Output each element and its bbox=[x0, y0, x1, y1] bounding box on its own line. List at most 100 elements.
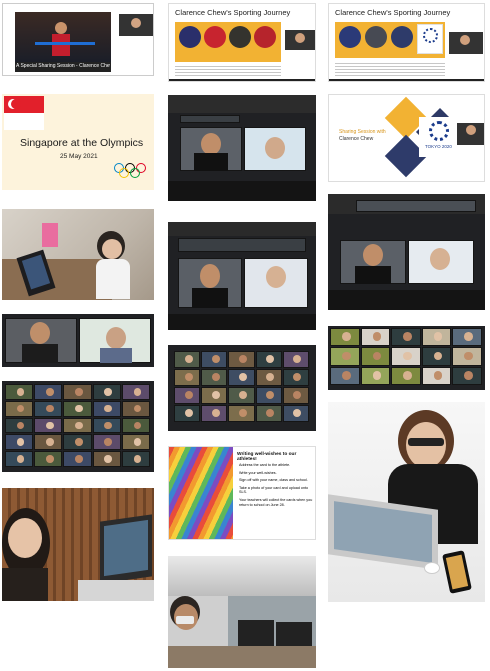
participant-face bbox=[238, 355, 248, 364]
participant-video-tile bbox=[63, 451, 92, 467]
participant-face bbox=[133, 404, 142, 413]
well-wishes-title: Writing well-wishes to our athletes! bbox=[237, 452, 297, 462]
video-caption: A Special Sharing Session - Clarence Che… bbox=[16, 63, 110, 69]
participant-video-tile bbox=[391, 347, 421, 366]
participant-face bbox=[211, 373, 220, 382]
teacher-laptop-photo bbox=[2, 488, 154, 601]
participant-face bbox=[46, 455, 54, 463]
well-wishes-list: Address the card to the athlete. Write y… bbox=[239, 463, 315, 507]
participant-video-tile bbox=[228, 387, 255, 404]
participant-face bbox=[16, 404, 25, 413]
participant-face bbox=[464, 332, 474, 342]
well-wishes-slide: Writing well-wishes to our athletes! Add… bbox=[168, 446, 316, 540]
participant-face bbox=[46, 404, 54, 413]
participant-video-tile bbox=[330, 366, 360, 385]
participant-video-tile bbox=[228, 405, 255, 422]
participant-video-tile bbox=[174, 369, 201, 386]
slide-line-1: Sharing Session with bbox=[339, 129, 386, 135]
participant-video-tile bbox=[201, 369, 228, 386]
participant-face bbox=[211, 355, 220, 364]
list-item: Your teachers will collect the cards whe… bbox=[239, 497, 313, 507]
slide-title: Clarence Chew's Sporting Journey bbox=[335, 8, 451, 17]
participant-face bbox=[266, 409, 275, 418]
participant-face bbox=[266, 355, 275, 364]
participant-video-tile bbox=[34, 384, 63, 400]
participant-video-tile bbox=[421, 328, 452, 347]
list-item: Sign off with your name, class and schoo… bbox=[239, 478, 308, 483]
participant-video-tile bbox=[34, 451, 63, 467]
participant-video-tile bbox=[360, 328, 391, 347]
tokyo-2020-logo-icon: TOKYO 2020 bbox=[419, 117, 459, 157]
participant-video-tile bbox=[5, 434, 34, 451]
participant-face bbox=[372, 371, 382, 380]
participant-video-tile bbox=[174, 405, 201, 422]
participant-video-tile bbox=[121, 400, 150, 417]
participant-face bbox=[341, 351, 351, 361]
participant-face bbox=[184, 391, 193, 400]
participant-video-tile bbox=[34, 400, 63, 417]
participant-face bbox=[211, 409, 220, 418]
participant-face bbox=[293, 373, 302, 382]
slide-title: Singapore at the Olympics bbox=[20, 137, 144, 149]
participant-video-tile bbox=[121, 451, 150, 467]
list-item: Take a photo of your card and upload ont… bbox=[239, 485, 309, 495]
participant-video-tile bbox=[5, 451, 34, 467]
participant-face bbox=[46, 388, 54, 396]
participant-face bbox=[133, 455, 142, 463]
participant-video-tile bbox=[121, 434, 150, 451]
olympics-title-slide: Singapore at the Olympics 25 May 2021 bbox=[2, 94, 154, 190]
olympic-rings-icon bbox=[114, 163, 154, 183]
sporting-journey-slide-a: Clarence Chew's Sporting Journey bbox=[168, 3, 316, 82]
participant-video-tile bbox=[391, 366, 421, 385]
participant-video-tile bbox=[360, 366, 391, 385]
participant-video-tile bbox=[63, 434, 92, 451]
participant-face bbox=[104, 438, 112, 446]
participant-video-tile bbox=[360, 347, 391, 366]
participant-video-tile bbox=[452, 347, 482, 366]
special-sharing-tile: A Special Sharing Session - Clarence Che… bbox=[2, 3, 154, 76]
participant-face bbox=[238, 409, 248, 418]
participant-face bbox=[293, 355, 302, 364]
slide-line-2: Clarence Chew bbox=[339, 136, 374, 142]
participant-face bbox=[184, 409, 193, 418]
participant-video-tile bbox=[121, 417, 150, 434]
participant-video-tile bbox=[92, 434, 121, 451]
participant-video-tile bbox=[92, 451, 121, 467]
participant-video-tile bbox=[201, 351, 228, 368]
tokyo-2020-logo-icon bbox=[417, 24, 443, 54]
participant-face bbox=[464, 351, 474, 361]
participant-video-tile bbox=[201, 387, 228, 404]
participant-video-tile bbox=[92, 384, 121, 400]
participant-face bbox=[104, 421, 112, 430]
sporting-journey-slide-b: Clarence Chew's Sporting Journey bbox=[328, 3, 485, 82]
participant-video-tile bbox=[63, 417, 92, 434]
participant-face bbox=[184, 373, 193, 382]
participant-video-tile bbox=[34, 434, 63, 451]
participant-face bbox=[46, 438, 54, 446]
participant-video-tile bbox=[174, 351, 201, 368]
participant-video-tile bbox=[174, 387, 201, 404]
video-call-session-tile-3 bbox=[328, 194, 485, 310]
participant-face bbox=[184, 355, 193, 364]
participant-face bbox=[16, 438, 25, 446]
participant-video-tile bbox=[330, 347, 360, 366]
participant-video-tile bbox=[391, 328, 421, 347]
participant-video-tile bbox=[282, 405, 309, 422]
participant-face bbox=[46, 421, 54, 430]
participant-video-tile bbox=[255, 369, 282, 386]
participant-face bbox=[238, 391, 248, 400]
participant-face bbox=[104, 388, 112, 396]
participant-face bbox=[16, 455, 25, 463]
participant-face bbox=[75, 421, 83, 430]
participant-video-tile bbox=[255, 405, 282, 422]
video-call-session-tile-2 bbox=[168, 222, 316, 330]
participant-face bbox=[133, 438, 142, 446]
child-tablet-photo bbox=[2, 209, 154, 300]
participant-video-tile bbox=[5, 384, 34, 400]
participant-video-tile bbox=[282, 369, 309, 386]
participant-video-tile bbox=[34, 417, 63, 434]
participant-face bbox=[75, 438, 83, 446]
participant-face bbox=[75, 388, 83, 396]
participant-video-tile bbox=[63, 384, 92, 400]
participant-face bbox=[104, 455, 112, 463]
